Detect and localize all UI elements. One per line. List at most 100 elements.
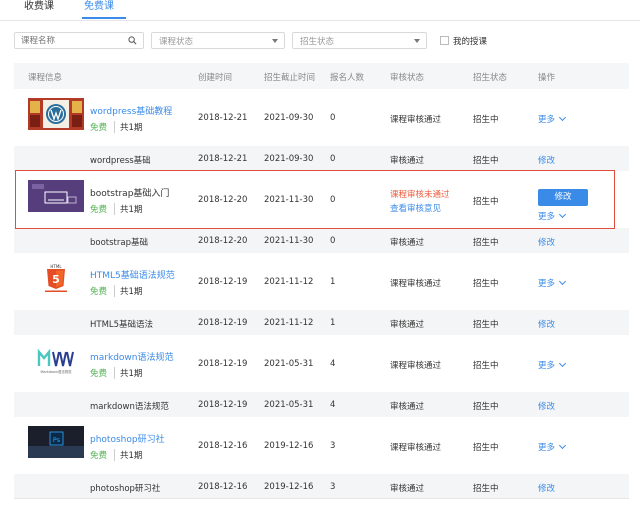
course-thumbnail-markdown[interactable]: Markdown语法规范 <box>28 344 84 376</box>
course-title-link[interactable]: photoshop研习社 <box>90 432 165 445</box>
audit-status: 审核通过 <box>390 484 425 494</box>
enroll-status-select[interactable]: 招生状态 <box>292 32 427 49</box>
table-row: Markdown语法规范 markdown语法规范 免费 共1期 2018-12… <box>14 335 629 392</box>
course-title-link[interactable]: bootstrap基础入门 <box>90 186 169 199</box>
course-status-select[interactable]: 课程状态 <box>151 32 285 49</box>
enroll-count: 1 <box>330 277 336 287</box>
more-menu[interactable]: 更多 <box>538 359 567 371</box>
tab-paid-courses[interactable]: 收费课 <box>24 0 54 13</box>
audit-status: 课程审核通过 <box>390 443 442 453</box>
more-label[interactable]: 更多 <box>538 361 555 371</box>
course-tabs: 收费课 免费课 <box>0 0 640 21</box>
header-enroll: 招生状态 <box>473 73 508 83</box>
more-menu[interactable]: 更多 <box>538 113 567 125</box>
course-thumbnail-html5[interactable]: HTML 5 <box>28 262 84 294</box>
markdown-caption: Markdown语法规范 <box>40 369 72 374</box>
chevron-down-icon <box>414 39 420 43</box>
created-date: 2018-12-21 <box>198 154 248 164</box>
term-count: 共1期 <box>114 449 142 461</box>
chevron-down-icon <box>558 210 567 219</box>
audit-status: 审核通过 <box>390 402 425 412</box>
table-row: HTML 5 HTML5基础语法规范 免费 共1期 2018-12-19 202… <box>14 253 629 310</box>
free-badge: 免费 <box>90 369 108 379</box>
bootstrap-icon <box>28 180 84 212</box>
wordpress-icon <box>28 98 84 130</box>
enroll-count: 4 <box>330 400 336 410</box>
table-row: bootstrap基础入门 免费 共1期 2018-12-20 2021-11-… <box>14 171 629 228</box>
course-title-link[interactable]: markdown语法规范 <box>90 350 173 363</box>
tab-free-courses[interactable]: 免费课 <box>84 0 114 13</box>
header-deadline: 招生截止时间 <box>264 73 316 83</box>
edit-link[interactable]: 修改 <box>538 482 555 494</box>
term-count: 共1期 <box>114 285 142 297</box>
table-row: wordpress基础教程 免费 共1期 2018-12-21 2021-09-… <box>14 89 629 146</box>
filter-bar: 课程状态 招生状态 我的授课 <box>0 32 640 50</box>
enroll-count: 0 <box>330 113 336 123</box>
edit-link[interactable]: 修改 <box>538 154 555 166</box>
enroll-status: 招生中 <box>473 115 499 125</box>
created-date: 2018-12-19 <box>198 318 248 328</box>
enroll-status: 招生中 <box>473 320 499 330</box>
deadline-date: 2019-12-16 <box>264 441 314 451</box>
more-label[interactable]: 更多 <box>538 212 555 222</box>
term-name: wordpress基础 <box>90 156 151 166</box>
more-menu[interactable]: 更多 <box>538 441 567 453</box>
course-table: 课程信息 创建时间 招生截止时间 报名人数 审核状态 招生状态 操作 wordp… <box>14 63 629 499</box>
edit-link[interactable]: 修改 <box>538 400 555 412</box>
photoshop-logo-text: Ps <box>53 436 61 444</box>
more-label[interactable]: 更多 <box>538 115 555 125</box>
html5-logo-text: HTML <box>50 264 62 269</box>
edit-link[interactable]: 修改 <box>538 236 555 248</box>
more-menu[interactable]: 更多 <box>538 277 567 289</box>
table-bottom-border <box>14 498 629 499</box>
search-icon[interactable] <box>128 36 137 45</box>
header-count: 报名人数 <box>330 73 365 83</box>
table-subrow: photoshop研习社 2018-12-16 2019-12-16 3 审核通… <box>14 474 629 499</box>
enroll-status: 招生中 <box>473 279 499 289</box>
active-tab-indicator <box>82 17 126 19</box>
enroll-status: 招生中 <box>473 197 499 207</box>
deadline-date: 2021-11-12 <box>264 318 314 328</box>
free-badge: 免费 <box>90 205 108 215</box>
table-row: Ps photoshop研习社 免费 共1期 2018-12-16 2019-1… <box>14 417 629 474</box>
free-badge: 免费 <box>90 287 108 297</box>
enroll-status: 招生中 <box>473 443 499 453</box>
course-thumbnail-bootstrap[interactable] <box>28 180 84 212</box>
deadline-date: 2021-11-30 <box>264 195 314 205</box>
free-badge: 免费 <box>90 451 108 461</box>
my-teaching-checkbox[interactable] <box>440 36 449 45</box>
more-label[interactable]: 更多 <box>538 443 555 453</box>
search-input[interactable] <box>15 33 127 48</box>
course-name-search[interactable] <box>14 32 144 49</box>
view-audit-comments-link[interactable]: 查看审核意见 <box>390 202 441 214</box>
enroll-count: 0 <box>330 195 336 205</box>
deadline-date: 2021-11-12 <box>264 277 314 287</box>
chevron-down-icon <box>558 359 567 368</box>
deadline-date: 2019-12-16 <box>264 482 314 492</box>
table-subrow: wordpress基础 2018-12-21 2021-09-30 0 审核通过… <box>14 146 629 171</box>
enroll-count: 4 <box>330 359 336 369</box>
audit-status: 课程审核通过 <box>390 361 442 371</box>
html5-logo-number: 5 <box>52 273 60 286</box>
enroll-status: 招生中 <box>473 238 499 248</box>
term-name: bootstrap基础 <box>90 238 148 248</box>
course-title-link[interactable]: wordpress基础教程 <box>90 104 172 117</box>
more-menu[interactable]: 更多 <box>538 210 567 222</box>
course-thumbnail-wordpress[interactable] <box>28 98 84 130</box>
deadline-date: 2021-05-31 <box>264 400 314 410</box>
chevron-down-icon <box>558 441 567 450</box>
term-count: 共1期 <box>114 203 142 215</box>
course-thumbnail-photoshop[interactable]: Ps <box>28 426 84 458</box>
enroll-status: 招生中 <box>473 402 499 412</box>
created-date: 2018-12-20 <box>198 236 248 246</box>
created-date: 2018-12-19 <box>198 277 248 287</box>
markdown-icon: Markdown语法规范 <box>28 344 84 376</box>
audit-status-rejected: 课程审核未通过 <box>390 190 450 200</box>
edit-link[interactable]: 修改 <box>538 318 555 330</box>
table-header: 课程信息 创建时间 招生截止时间 报名人数 审核状态 招生状态 操作 <box>14 63 629 89</box>
header-action: 操作 <box>538 73 556 83</box>
course-title-link[interactable]: HTML5基础语法规范 <box>90 268 175 281</box>
edit-button[interactable]: 修改 <box>538 189 588 206</box>
more-label[interactable]: 更多 <box>538 279 555 289</box>
enroll-count: 0 <box>330 154 336 164</box>
